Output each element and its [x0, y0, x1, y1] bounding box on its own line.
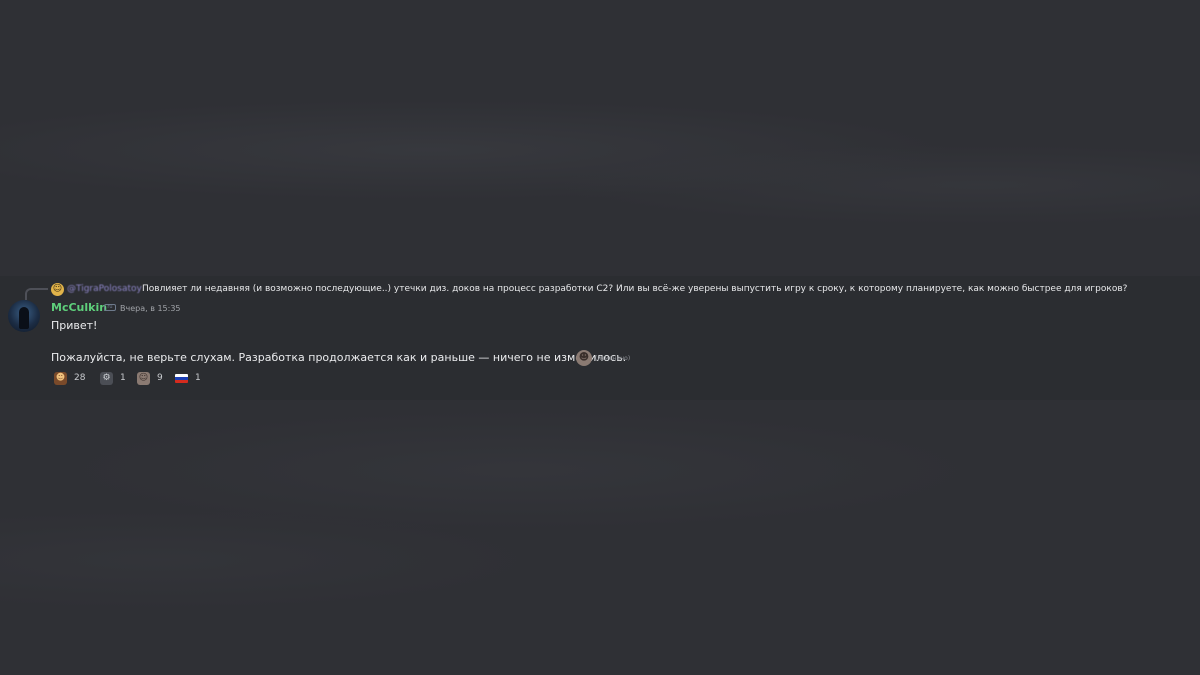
message-line: Привет! [51, 319, 98, 332]
server-badge-icon[interactable]: ru [104, 304, 116, 311]
person-emoji-icon: ☻ [576, 350, 592, 366]
author-name[interactable]: McCulkin [51, 301, 107, 315]
reaction-count: 1 [120, 373, 126, 383]
reply-username[interactable]: @TigraPolosatoy [67, 283, 142, 296]
edited-label: (изменено) [595, 355, 631, 362]
reaction-count: 9 [157, 373, 163, 383]
reaction-count: 28 [74, 373, 86, 383]
robot-emoji-icon: ⚙ [100, 371, 113, 385]
message-line: Пожалуйста, не верьте слухам. Разработка… [51, 351, 627, 364]
avatar-figure [19, 307, 29, 329]
reaction-count: 1 [195, 373, 201, 383]
reply-avatar-emoji-icon[interactable]: ☺ [51, 283, 64, 296]
reaction-pill[interactable]: ⚙ 1 [100, 370, 126, 386]
avatar[interactable] [8, 300, 40, 332]
reaction-pill[interactable]: 1 [175, 370, 201, 386]
reaction-pill[interactable]: ☺ 9 [137, 370, 163, 386]
reply-connector [25, 288, 48, 300]
brown-character-emoji-icon: ☻ [54, 371, 67, 385]
russia-flag-icon [175, 373, 188, 383]
reply-quoted-text[interactable]: Повлияет ли недавняя (и возможно последу… [142, 283, 1127, 296]
message-timestamp: Вчера, в 15:35 [120, 304, 181, 313]
person-emoji-icon: ☺ [137, 371, 150, 385]
reaction-pill[interactable]: ☻ 28 [54, 370, 85, 386]
